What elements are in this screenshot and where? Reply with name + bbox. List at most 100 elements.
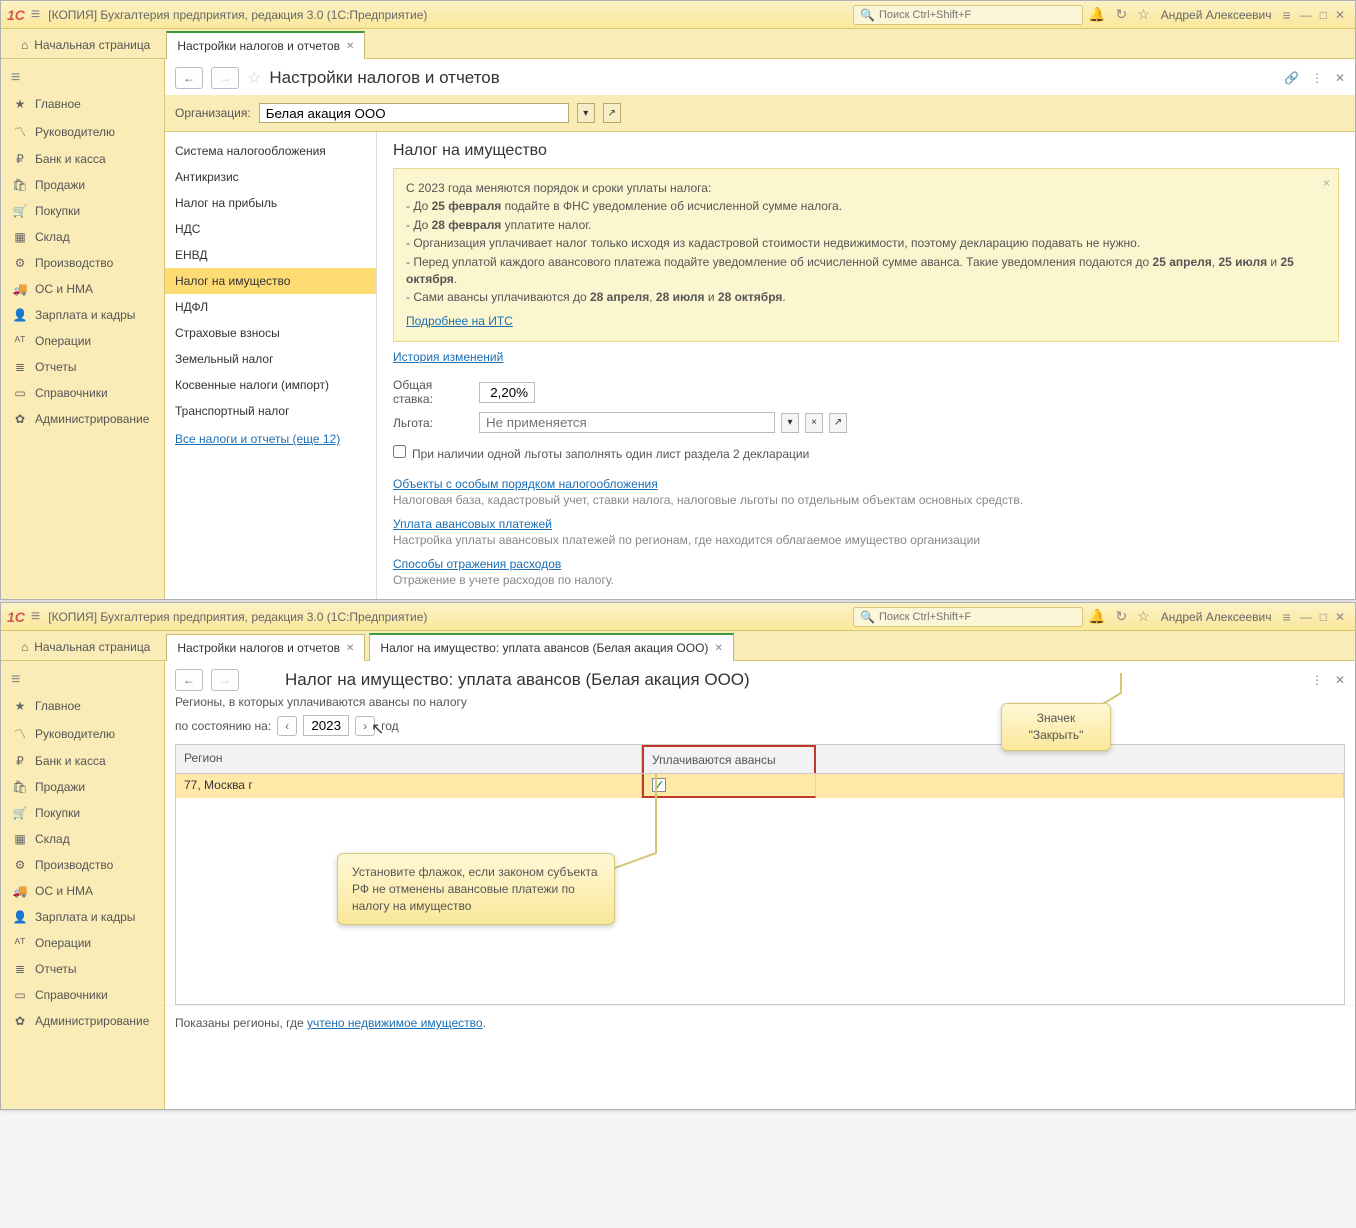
- tax-nav-item[interactable]: НДФЛ: [165, 294, 376, 320]
- lgota-clear-button[interactable]: ×: [805, 413, 823, 433]
- menu-icon[interactable]: ≡: [31, 6, 40, 24]
- close-page-icon[interactable]: ✕: [1335, 71, 1345, 85]
- rate-input[interactable]: [479, 382, 535, 403]
- close-button[interactable]: ✕: [1335, 610, 1345, 624]
- tax-nav-item[interactable]: Косвенные налоги (импорт): [165, 372, 376, 398]
- tax-nav-item[interactable]: Антикризис: [165, 164, 376, 190]
- sidebar-item[interactable]: ✿Администрирование: [1, 406, 164, 432]
- tab-home[interactable]: ⌂Начальная страница: [9, 32, 162, 58]
- sidebar-item[interactable]: ᴬᵀОперации: [1, 328, 164, 354]
- sidebar-toggle-icon[interactable]: ≡: [1, 65, 164, 91]
- sidebar-item[interactable]: 👤Зарплата и кадры: [1, 302, 164, 328]
- favorite-star-icon[interactable]: ☆: [247, 68, 261, 88]
- tax-nav-item[interactable]: Налог на прибыль: [165, 190, 376, 216]
- user-name[interactable]: Андрей Алексеевич: [1161, 8, 1272, 22]
- sidebar-item[interactable]: 🛍Продажи: [1, 172, 164, 198]
- search-box[interactable]: 🔍: [853, 5, 1083, 25]
- sidebar-item[interactable]: 〽Руководителю: [1, 719, 164, 748]
- sidebar-item[interactable]: ✿Администрирование: [1, 1008, 164, 1034]
- tax-nav-item[interactable]: ЕНВД: [165, 242, 376, 268]
- minimize-button[interactable]: —: [1300, 8, 1312, 22]
- close-icon[interactable]: ✕: [346, 643, 354, 654]
- tab-advance-payments[interactable]: Налог на имущество: уплата авансов (Бела…: [369, 633, 733, 661]
- lgota-input[interactable]: [479, 412, 775, 433]
- sidebar-item[interactable]: ≣Отчеты: [1, 354, 164, 380]
- search-box[interactable]: 🔍: [853, 607, 1083, 627]
- year-prev-button[interactable]: ‹: [277, 716, 297, 736]
- close-icon[interactable]: ✕: [714, 643, 722, 654]
- maximize-button[interactable]: □: [1320, 8, 1327, 22]
- sidebar-item[interactable]: 🚚ОС и НМА: [1, 276, 164, 302]
- sidebar-item[interactable]: ▭Справочники: [1, 982, 164, 1008]
- lgota-open-button[interactable]: ↗: [829, 413, 847, 433]
- forward-button[interactable]: →: [211, 67, 239, 89]
- close-info-icon[interactable]: ×: [1323, 175, 1330, 192]
- sidebar-item[interactable]: 〽Руководителю: [1, 117, 164, 146]
- tab-tax-settings[interactable]: Настройки налогов и отчетов✕: [166, 634, 365, 661]
- sidebar-item[interactable]: 🛒Покупки: [1, 198, 164, 224]
- minimize-button[interactable]: —: [1300, 610, 1312, 624]
- tab-home[interactable]: ⌂Начальная страница: [9, 634, 162, 660]
- user-name[interactable]: Андрей Алексеевич: [1161, 610, 1272, 624]
- year-input[interactable]: [303, 715, 349, 736]
- sidebar-item[interactable]: 🚚ОС и НМА: [1, 878, 164, 904]
- col-region[interactable]: Регион: [176, 745, 642, 773]
- sidebar-item[interactable]: ▦Склад: [1, 826, 164, 852]
- sidebar-item[interactable]: ≣Отчеты: [1, 956, 164, 982]
- star-icon[interactable]: ☆: [1137, 6, 1150, 23]
- tax-nav-item[interactable]: Система налогообложения: [165, 138, 376, 164]
- more-icon[interactable]: ⋮: [1311, 71, 1323, 85]
- link-icon[interactable]: 🔗: [1284, 71, 1299, 85]
- sidebar-item[interactable]: ₽Банк и касса: [1, 146, 164, 172]
- org-dropdown-button[interactable]: ▾: [577, 103, 595, 123]
- lgota-dropdown-button[interactable]: ▾: [781, 413, 799, 433]
- history-icon[interactable]: ↻: [1115, 6, 1127, 23]
- sidebar-item[interactable]: ★Главное: [1, 693, 164, 719]
- back-button[interactable]: ←: [175, 67, 203, 89]
- close-button[interactable]: ✕: [1335, 8, 1345, 22]
- sidebar-toggle-icon[interactable]: ≡: [1, 667, 164, 693]
- sidebar-item[interactable]: ⚙Производство: [1, 852, 164, 878]
- menu-icon[interactable]: ≡: [31, 608, 40, 626]
- org-input[interactable]: [259, 103, 569, 123]
- forward-button[interactable]: →: [211, 669, 239, 691]
- sidebar-item[interactable]: ★Главное: [1, 91, 164, 117]
- tax-nav-item[interactable]: Налог на имущество: [165, 268, 376, 294]
- org-open-button[interactable]: ↗: [603, 103, 621, 123]
- objects-link[interactable]: Объекты с особым порядком налогообложени…: [393, 477, 658, 491]
- settings-icon[interactable]: ≡: [1283, 609, 1291, 625]
- sidebar-item[interactable]: ₽Банк и касса: [1, 748, 164, 774]
- sidebar-item[interactable]: 🛍Продажи: [1, 774, 164, 800]
- settings-icon[interactable]: ≡: [1283, 7, 1291, 23]
- sidebar-item[interactable]: ᴬᵀОперации: [1, 930, 164, 956]
- sidebar-item[interactable]: ⚙Производство: [1, 250, 164, 276]
- tax-nav-item[interactable]: Страховые взносы: [165, 320, 376, 346]
- tab-tax-settings[interactable]: Настройки налогов и отчетов✕: [166, 31, 365, 59]
- close-icon[interactable]: ✕: [346, 41, 354, 52]
- bell-icon[interactable]: 🔔: [1088, 6, 1105, 23]
- bell-icon[interactable]: 🔔: [1088, 608, 1105, 625]
- close-page-icon[interactable]: ✕: [1335, 673, 1345, 687]
- back-button[interactable]: ←: [175, 669, 203, 691]
- sidebar-item[interactable]: 👤Зарплата и кадры: [1, 904, 164, 930]
- history-link[interactable]: История изменений: [393, 350, 503, 364]
- sidebar-item[interactable]: ▭Справочники: [1, 380, 164, 406]
- footer-link[interactable]: учтено недвижимое имущество: [307, 1016, 483, 1030]
- col-pay[interactable]: Уплачиваются авансы: [642, 745, 816, 773]
- search-input[interactable]: [879, 9, 1076, 21]
- tax-nav-item[interactable]: НДС: [165, 216, 376, 242]
- more-icon[interactable]: ⋮: [1311, 673, 1323, 687]
- table-row[interactable]: 77, Москва г ✓: [176, 774, 1344, 798]
- pay-checkbox[interactable]: ✓: [652, 778, 666, 792]
- all-taxes-link[interactable]: Все налоги и отчеты (еще 12): [165, 424, 376, 454]
- tax-nav-item[interactable]: Транспортный налог: [165, 398, 376, 424]
- star-icon[interactable]: ☆: [1137, 608, 1150, 625]
- single-sheet-checkbox[interactable]: [393, 445, 406, 458]
- sidebar-item[interactable]: 🛒Покупки: [1, 800, 164, 826]
- search-input[interactable]: [879, 611, 1076, 623]
- tax-nav-item[interactable]: Земельный налог: [165, 346, 376, 372]
- expense-link[interactable]: Способы отражения расходов: [393, 557, 561, 571]
- advance-link[interactable]: Уплата авансовых платежей: [393, 517, 552, 531]
- sidebar-item[interactable]: ▦Склад: [1, 224, 164, 250]
- history-icon[interactable]: ↻: [1115, 608, 1127, 625]
